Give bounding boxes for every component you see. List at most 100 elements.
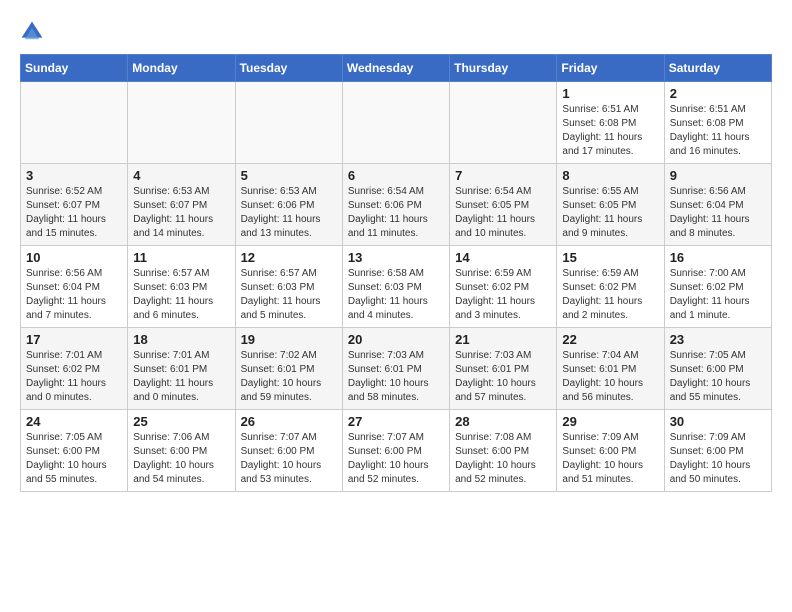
- calendar-cell: 30Sunrise: 7:09 AM Sunset: 6:00 PM Dayli…: [664, 410, 771, 492]
- day-info: Sunrise: 7:00 AM Sunset: 6:02 PM Dayligh…: [670, 267, 766, 323]
- calendar-cell: 15 Sunrise: 6:59 AM Sunset: 6:02 PM Dayli…: [557, 246, 664, 328]
- day-number: 19: [241, 332, 337, 347]
- calendar-week-3: 10 Sunrise: 6:56 AM Sunset: 6:04 PM Dayli…: [21, 246, 772, 328]
- day-number: 25: [133, 414, 229, 429]
- day-info: Sunrise: 6:59 AM Sunset: 6:02 PM Dayligh…: [455, 267, 551, 323]
- day-info: Sunrise: 7:03 AM Sunset: 6:01 PM Dayligh…: [348, 349, 444, 405]
- calendar-cell: 29Sunrise: 7:09 AM Sunset: 6:00 PM Dayli…: [557, 410, 664, 492]
- day-number: 15: [562, 250, 658, 265]
- page-header: [20, 20, 772, 44]
- day-number: 21: [455, 332, 551, 347]
- day-info: Sunrise: 7:01 AM Sunset: 6:02 PM Dayligh…: [26, 349, 122, 405]
- day-info: Sunrise: 7:07 AM Sunset: 6:00 PM Dayligh…: [241, 431, 337, 487]
- day-info: Sunrise: 7:07 AM Sunset: 6:00 PM Dayligh…: [348, 431, 444, 487]
- day-number: 29: [562, 414, 658, 429]
- weekday-header-row: SundayMondayTuesdayWednesdayThursdayFrid…: [21, 55, 772, 82]
- weekday-header-thursday: Thursday: [450, 55, 557, 82]
- calendar-cell: 9 Sunrise: 6:56 AM Sunset: 6:04 PM Daylig…: [664, 164, 771, 246]
- day-number: 7: [455, 168, 551, 183]
- day-info: Sunrise: 6:55 AM Sunset: 6:05 PM Dayligh…: [562, 185, 658, 241]
- weekday-header-friday: Friday: [557, 55, 664, 82]
- calendar-cell: 21Sunrise: 7:03 AM Sunset: 6:01 PM Dayli…: [450, 328, 557, 410]
- calendar-cell: 20 Sunrise: 7:03 AM Sunset: 6:01 PM Dayli…: [342, 328, 449, 410]
- calendar-cell: [21, 82, 128, 164]
- calendar-cell: [235, 82, 342, 164]
- day-number: 24: [26, 414, 122, 429]
- logo-icon: [20, 20, 44, 44]
- day-info: Sunrise: 7:08 AM Sunset: 6:00 PM Dayligh…: [455, 431, 551, 487]
- calendar-cell: 4Sunrise: 6:53 AM Sunset: 6:07 PM Daylig…: [128, 164, 235, 246]
- calendar-cell: 19 Sunrise: 7:02 AM Sunset: 6:01 PM Dayli…: [235, 328, 342, 410]
- calendar-cell: 16 Sunrise: 7:00 AM Sunset: 6:02 PM Dayli…: [664, 246, 771, 328]
- weekday-header-monday: Monday: [128, 55, 235, 82]
- calendar-week-4: 17 Sunrise: 7:01 AM Sunset: 6:02 PM Dayli…: [21, 328, 772, 410]
- day-info: Sunrise: 6:59 AM Sunset: 6:02 PM Dayligh…: [562, 267, 658, 323]
- calendar-week-2: 3 Sunrise: 6:52 AM Sunset: 6:07 PM Daylig…: [21, 164, 772, 246]
- day-info: Sunrise: 7:05 AM Sunset: 6:00 PM Dayligh…: [670, 349, 766, 405]
- day-number: 28: [455, 414, 551, 429]
- calendar-cell: 27 Sunrise: 7:07 AM Sunset: 6:00 PM Dayli…: [342, 410, 449, 492]
- calendar-cell: 8 Sunrise: 6:55 AM Sunset: 6:05 PM Daylig…: [557, 164, 664, 246]
- day-info: Sunrise: 7:02 AM Sunset: 6:01 PM Dayligh…: [241, 349, 337, 405]
- calendar-cell: 7 Sunrise: 6:54 AM Sunset: 6:05 PM Daylig…: [450, 164, 557, 246]
- day-info: Sunrise: 6:57 AM Sunset: 6:03 PM Dayligh…: [133, 267, 229, 323]
- day-number: 20: [348, 332, 444, 347]
- calendar-cell: 28 Sunrise: 7:08 AM Sunset: 6:00 PM Dayli…: [450, 410, 557, 492]
- weekday-header-saturday: Saturday: [664, 55, 771, 82]
- day-number: 8: [562, 168, 658, 183]
- day-number: 12: [241, 250, 337, 265]
- calendar-cell: 18 Sunrise: 7:01 AM Sunset: 6:01 PM Dayli…: [128, 328, 235, 410]
- day-number: 1: [562, 86, 658, 101]
- day-number: 6: [348, 168, 444, 183]
- day-number: 2: [670, 86, 766, 101]
- calendar-cell: [450, 82, 557, 164]
- day-number: 17: [26, 332, 122, 347]
- weekday-header-tuesday: Tuesday: [235, 55, 342, 82]
- day-info: Sunrise: 6:56 AM Sunset: 6:04 PM Dayligh…: [670, 185, 766, 241]
- day-number: 18: [133, 332, 229, 347]
- day-number: 27: [348, 414, 444, 429]
- day-number: 16: [670, 250, 766, 265]
- day-number: 26: [241, 414, 337, 429]
- weekday-header-sunday: Sunday: [21, 55, 128, 82]
- calendar-cell: 3 Sunrise: 6:52 AM Sunset: 6:07 PM Daylig…: [21, 164, 128, 246]
- calendar-week-1: 1 Sunrise: 6:51 AM Sunset: 6:08 PM Daylig…: [21, 82, 772, 164]
- calendar-cell: 23 Sunrise: 7:05 AM Sunset: 6:00 PM Dayli…: [664, 328, 771, 410]
- calendar-cell: 1 Sunrise: 6:51 AM Sunset: 6:08 PM Daylig…: [557, 82, 664, 164]
- day-info: Sunrise: 6:51 AM Sunset: 6:08 PM Dayligh…: [670, 103, 766, 159]
- calendar-cell: 24Sunrise: 7:05 AM Sunset: 6:00 PM Dayli…: [21, 410, 128, 492]
- day-info: Sunrise: 6:54 AM Sunset: 6:05 PM Dayligh…: [455, 185, 551, 241]
- calendar-cell: 14Sunrise: 6:59 AM Sunset: 6:02 PM Dayli…: [450, 246, 557, 328]
- day-info: Sunrise: 6:51 AM Sunset: 6:08 PM Dayligh…: [562, 103, 658, 159]
- day-number: 5: [241, 168, 337, 183]
- day-info: Sunrise: 6:54 AM Sunset: 6:06 PM Dayligh…: [348, 185, 444, 241]
- calendar-cell: 25 Sunrise: 7:06 AM Sunset: 6:00 PM Dayli…: [128, 410, 235, 492]
- logo: [20, 20, 48, 44]
- day-info: Sunrise: 6:53 AM Sunset: 6:06 PM Dayligh…: [241, 185, 337, 241]
- calendar-cell: 26 Sunrise: 7:07 AM Sunset: 6:00 PM Dayli…: [235, 410, 342, 492]
- calendar-table: SundayMondayTuesdayWednesdayThursdayFrid…: [20, 54, 772, 492]
- day-info: Sunrise: 7:01 AM Sunset: 6:01 PM Dayligh…: [133, 349, 229, 405]
- calendar-cell: [128, 82, 235, 164]
- day-number: 3: [26, 168, 122, 183]
- calendar-week-5: 24Sunrise: 7:05 AM Sunset: 6:00 PM Dayli…: [21, 410, 772, 492]
- day-info: Sunrise: 6:53 AM Sunset: 6:07 PM Dayligh…: [133, 185, 229, 241]
- day-number: 22: [562, 332, 658, 347]
- calendar-cell: 12 Sunrise: 6:57 AM Sunset: 6:03 PM Dayli…: [235, 246, 342, 328]
- calendar-cell: 6 Sunrise: 6:54 AM Sunset: 6:06 PM Daylig…: [342, 164, 449, 246]
- calendar-cell: 5 Sunrise: 6:53 AM Sunset: 6:06 PM Daylig…: [235, 164, 342, 246]
- weekday-header-wednesday: Wednesday: [342, 55, 449, 82]
- day-number: 11: [133, 250, 229, 265]
- day-info: Sunrise: 6:56 AM Sunset: 6:04 PM Dayligh…: [26, 267, 122, 323]
- day-number: 23: [670, 332, 766, 347]
- calendar-cell: 17 Sunrise: 7:01 AM Sunset: 6:02 PM Dayli…: [21, 328, 128, 410]
- day-info: Sunrise: 6:58 AM Sunset: 6:03 PM Dayligh…: [348, 267, 444, 323]
- day-info: Sunrise: 7:06 AM Sunset: 6:00 PM Dayligh…: [133, 431, 229, 487]
- day-info: Sunrise: 6:57 AM Sunset: 6:03 PM Dayligh…: [241, 267, 337, 323]
- calendar-cell: 22Sunrise: 7:04 AM Sunset: 6:01 PM Dayli…: [557, 328, 664, 410]
- day-info: Sunrise: 7:09 AM Sunset: 6:00 PM Dayligh…: [670, 431, 766, 487]
- calendar-cell: 13Sunrise: 6:58 AM Sunset: 6:03 PM Dayli…: [342, 246, 449, 328]
- day-number: 10: [26, 250, 122, 265]
- day-number: 9: [670, 168, 766, 183]
- day-info: Sunrise: 6:52 AM Sunset: 6:07 PM Dayligh…: [26, 185, 122, 241]
